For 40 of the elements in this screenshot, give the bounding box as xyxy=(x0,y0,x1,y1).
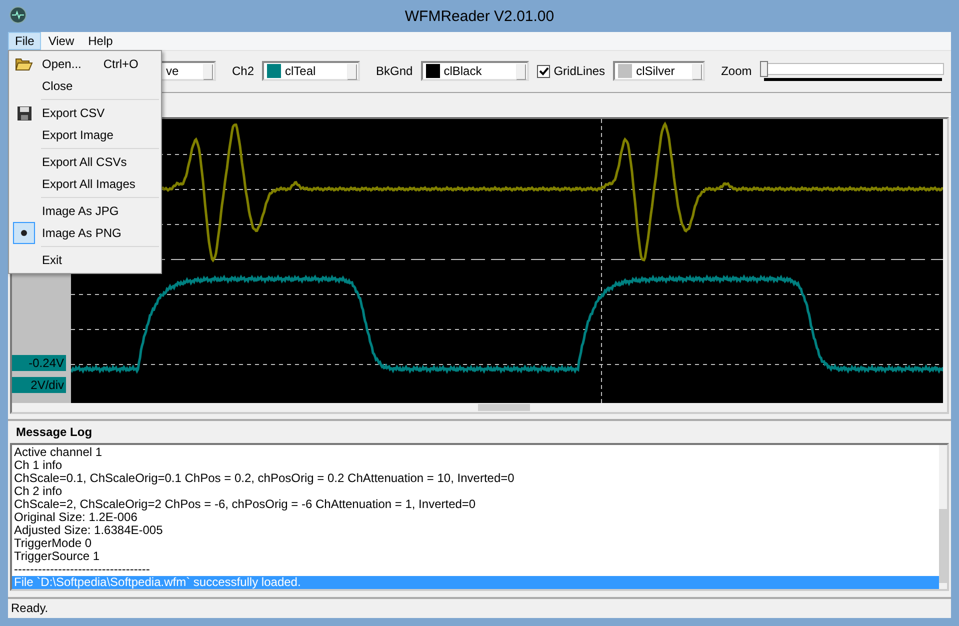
menu-entry[interactable]: Export All Images xyxy=(9,173,161,195)
color-dropdown[interactable]: clSilver xyxy=(613,61,706,82)
radio-indicator xyxy=(13,222,35,244)
menu-entry[interactable]: Export CSV xyxy=(9,102,161,124)
menu-entry[interactable]: Exit xyxy=(9,249,161,271)
color-dropdown[interactable]: clBlack xyxy=(420,61,529,82)
status-text: Ready. xyxy=(11,601,48,616)
log-line[interactable]: Ch 1 info xyxy=(12,458,939,472)
menu-item[interactable]: Help xyxy=(81,32,120,50)
scrollbar-thumb[interactable] xyxy=(939,508,947,583)
log-line[interactable]: Ch 2 info xyxy=(12,484,939,498)
menu-entry[interactable]: Export Image xyxy=(9,124,161,146)
zoom-slider[interactable] xyxy=(760,59,944,84)
folder-icon xyxy=(15,57,33,71)
scrollbar-thumb[interactable] xyxy=(478,404,530,412)
log-line[interactable]: ChScale=2, ChScaleOrig=2 ChPos = -6, chPosOrig = -6 ChAttenuation = 1, Inverted=0 xyxy=(12,498,939,511)
menu-entry[interactable]: Image As JPG xyxy=(9,200,161,222)
gridlines-label: GridLines xyxy=(554,64,606,78)
log-line[interactable]: Active channel 1 xyxy=(12,446,939,459)
app-icon xyxy=(9,6,27,24)
log-line[interactable]: Original Size: 1.2E-006 xyxy=(12,510,939,524)
window-title: WFMReader V2.01.00 xyxy=(404,8,554,24)
log-title: Message Log xyxy=(16,424,92,439)
log-line[interactable]: Adjusted Size: 1.6384E-005 xyxy=(12,524,939,537)
menu-entry[interactable]: Export All CSVs xyxy=(9,151,161,173)
slider-thumb[interactable] xyxy=(760,61,768,78)
log-line[interactable]: ---------------------------------- xyxy=(12,562,939,576)
ch2-label: Ch2 xyxy=(232,64,254,78)
scale-label: 2V/div xyxy=(12,377,66,394)
background-label: BkGnd xyxy=(376,64,413,78)
zoom-label: Zoom xyxy=(721,64,752,78)
menu-item[interactable]: View xyxy=(41,32,82,50)
gridlines-checkbox[interactable] xyxy=(536,64,550,78)
color-dropdown[interactable]: clTeal xyxy=(262,61,360,82)
log-line[interactable]: TriggerSource 1 xyxy=(12,550,939,563)
log-line[interactable]: ChScale=0.1, ChScaleOrig=0.1 ChPos = 0.2, chPosOrig = 0.2 ChAttenuation = 10, Inverted=0 xyxy=(12,472,939,485)
offset-label: -0.24V xyxy=(12,355,66,372)
menu-item[interactable]: File xyxy=(8,32,42,50)
log-line[interactable]: TriggerMode 0 xyxy=(12,536,939,550)
menu-entry[interactable]: Image As PNG xyxy=(9,222,161,244)
